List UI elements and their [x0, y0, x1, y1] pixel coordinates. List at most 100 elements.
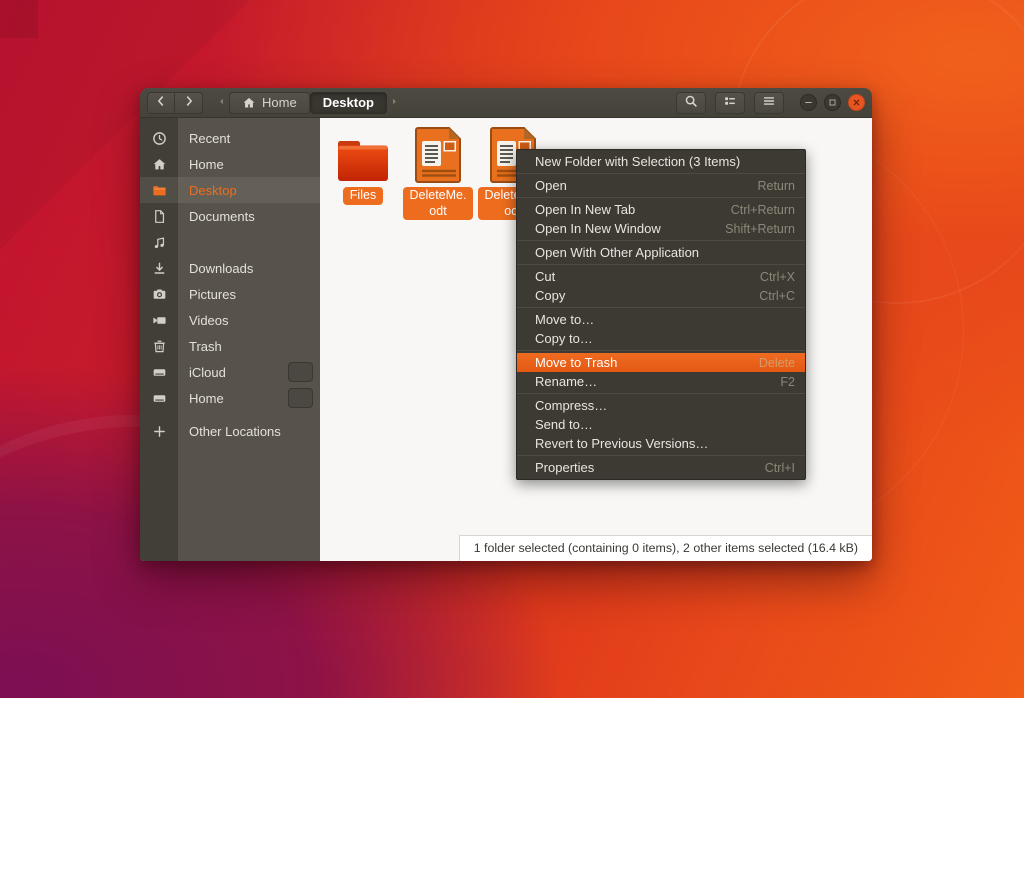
menu-item-compress[interactable]: Compress… — [517, 396, 805, 415]
path-scroll-right-button[interactable] — [387, 92, 402, 114]
sidebar-item-label: Home — [189, 391, 224, 406]
triangle-left-icon — [216, 95, 227, 110]
sidebar-item-videos[interactable]: Videos — [140, 307, 320, 333]
menu-item-label: Open — [535, 178, 567, 193]
path-scroll-left-button[interactable] — [214, 92, 229, 114]
menu-item-label: Rename… — [535, 374, 597, 389]
sidebar-item-label: Trash — [189, 339, 222, 354]
menu-separator — [517, 393, 805, 394]
drive-icon — [140, 365, 178, 380]
file-label: Files — [343, 187, 383, 205]
menu-item-label: Move to… — [535, 312, 594, 327]
clock-icon — [140, 131, 178, 146]
sidebar-item-trash[interactable]: Trash — [140, 333, 320, 359]
menu-item-open-in-new-window[interactable]: Open In New Window Shift+Return — [517, 219, 805, 238]
eject-button[interactable] — [288, 362, 313, 382]
window-controls — [800, 94, 865, 111]
window-body: Recent Home Desktop Documents Downloads … — [140, 118, 872, 561]
menu-item-label: Move to Trash — [535, 355, 617, 370]
minimize-button[interactable] — [800, 94, 817, 111]
sidebar-item-recent[interactable]: Recent — [140, 125, 320, 151]
headerbar: Home Desktop — [140, 88, 872, 118]
menu-item-label: Copy — [535, 288, 565, 303]
menu-separator — [517, 350, 805, 351]
menu-separator — [517, 197, 805, 198]
menu-item-label: Cut — [535, 269, 555, 284]
status-bar: 1 folder selected (containing 0 items), … — [459, 535, 872, 561]
maximize-button[interactable] — [824, 94, 841, 111]
menu-item-label: Copy to… — [535, 331, 593, 346]
plus-icon — [140, 424, 178, 439]
sidebar-item-desktop[interactable]: Desktop — [140, 177, 320, 203]
menu-button[interactable] — [754, 92, 784, 114]
menu-item-label: Open In New Tab — [535, 202, 635, 217]
context-menu: New Folder with Selection (3 Items) Open… — [516, 149, 806, 480]
sidebar-item-label: Downloads — [189, 261, 253, 276]
files-window: Home Desktop — [140, 88, 872, 561]
forward-button[interactable] — [175, 92, 203, 114]
back-button[interactable] — [147, 92, 175, 114]
hamburger-icon — [762, 94, 776, 111]
home-icon — [140, 157, 178, 172]
menu-separator — [517, 307, 805, 308]
menu-item-shortcut: Return — [757, 179, 795, 193]
menu-item-copy[interactable]: Copy Ctrl+C — [517, 286, 805, 305]
menu-item-copy-to[interactable]: Copy to… — [517, 329, 805, 348]
sidebar-item-documents[interactable]: Documents — [140, 203, 320, 229]
sidebar-item-pictures[interactable]: Pictures — [140, 281, 320, 307]
menu-item-open-in-new-tab[interactable]: Open In New Tab Ctrl+Return — [517, 200, 805, 219]
menu-item-send-to[interactable]: Send to… — [517, 415, 805, 434]
search-icon — [684, 94, 698, 111]
eject-button[interactable] — [288, 388, 313, 408]
sidebar-item-label: iCloud — [189, 365, 226, 380]
home-icon — [242, 96, 256, 110]
sidebar-item-home-drive[interactable]: Home — [140, 385, 320, 411]
view-toggle-button[interactable] — [715, 92, 745, 114]
search-button[interactable] — [676, 92, 706, 114]
headerbar-actions — [676, 92, 784, 114]
sidebar-item-home[interactable]: Home — [140, 151, 320, 177]
history-nav — [147, 92, 203, 114]
menu-item-cut[interactable]: Cut Ctrl+X — [517, 267, 805, 286]
sidebar-item-label: Pictures — [189, 287, 236, 302]
close-button[interactable] — [848, 94, 865, 111]
menu-item-shortcut: Ctrl+Return — [731, 203, 795, 217]
sidebar-item-other-locations[interactable]: Other Locations — [140, 418, 320, 444]
menu-item-label: Compress… — [535, 398, 607, 413]
menu-item-rename[interactable]: Rename… F2 — [517, 372, 805, 391]
maximize-icon — [828, 95, 837, 110]
sidebar-list: Recent Home Desktop Documents Downloads … — [140, 125, 320, 444]
camera-icon — [140, 287, 178, 302]
sidebar-item-label: Other Locations — [189, 424, 281, 439]
menu-item-shortcut: Ctrl+C — [759, 289, 795, 303]
file-label: DeleteMe.odt — [403, 187, 474, 220]
menu-item-open[interactable]: Open Return — [517, 176, 805, 195]
menu-item-shortcut: Delete — [759, 356, 795, 370]
menu-item-open-with-other-application[interactable]: Open With Other Application — [517, 243, 805, 262]
menu-item-label: Open With Other Application — [535, 245, 699, 260]
drive-icon — [140, 391, 178, 406]
menu-item-move-to[interactable]: Move to… — [517, 310, 805, 329]
sidebar-item-label: Home — [189, 157, 224, 172]
menu-item-label: Revert to Previous Versions… — [535, 436, 708, 451]
path-desktop-button[interactable]: Desktop — [310, 92, 387, 114]
menu-item-properties[interactable]: Properties Ctrl+I — [517, 458, 805, 477]
sidebar-item-icloud[interactable]: iCloud — [140, 359, 320, 385]
menu-separator — [517, 455, 805, 456]
chevron-right-icon — [182, 94, 196, 111]
menu-item-shortcut: F2 — [780, 375, 795, 389]
menu-item-new-folder-with-selection-3-items[interactable]: New Folder with Selection (3 Items) — [517, 152, 805, 171]
file-item[interactable]: Files — [324, 126, 402, 205]
menu-item-move-to-trash[interactable]: Move to Trash Delete — [517, 353, 805, 372]
sidebar-item-downloads[interactable]: Downloads — [140, 255, 320, 281]
odt-document-icon — [412, 126, 464, 184]
menu-item-shortcut: Shift+Return — [725, 222, 795, 236]
menu-item-revert-to-previous-versions[interactable]: Revert to Previous Versions… — [517, 434, 805, 453]
path-bar: Home Desktop — [214, 92, 402, 114]
sidebar-item-music[interactable] — [140, 229, 320, 255]
sidebar-item-label: Recent — [189, 131, 230, 146]
path-home-button[interactable]: Home — [229, 92, 310, 114]
menu-item-label: New Folder with Selection (3 Items) — [535, 154, 740, 169]
file-item[interactable]: DeleteMe.odt — [399, 126, 477, 220]
path-desktop-label: Desktop — [323, 95, 374, 110]
